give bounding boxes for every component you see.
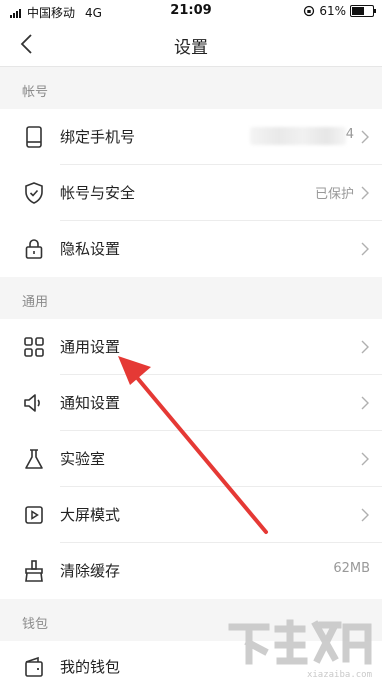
flask-icon	[25, 449, 43, 469]
chevron-right-icon	[361, 508, 369, 522]
watermark-logo: xiazaiba.com	[228, 619, 372, 679]
broom-icon	[25, 560, 43, 582]
settings-item-big-screen[interactable]: 大屏模式	[0, 487, 382, 543]
settings-item-general-settings[interactable]: 通用设置	[0, 319, 382, 375]
settings-item-label: 隐私设置	[60, 240, 121, 258]
settings-item-label: 大屏模式	[60, 506, 121, 524]
settings-item-notifications[interactable]: 通知设置	[0, 375, 382, 431]
settings-item-privacy[interactable]: 隐私设置	[0, 221, 382, 277]
chevron-right-icon	[361, 396, 369, 410]
rotation-lock-icon	[304, 5, 315, 17]
settings-item-label: 清除缓存	[60, 562, 121, 580]
status-bar: 中国移动 4G 21:09 61%	[0, 0, 382, 22]
speaker-icon	[24, 394, 40, 412]
section-header-general: 通用	[0, 277, 382, 319]
grid-icon	[24, 337, 44, 357]
lock-icon	[25, 239, 43, 259]
phone-number-value: 4	[345, 127, 354, 142]
svg-text:xiazaiba.com: xiazaiba.com	[307, 670, 372, 679]
masked-phone-number	[250, 127, 346, 145]
phone-icon	[26, 126, 42, 148]
chevron-right-icon	[361, 242, 369, 256]
chevron-right-icon	[361, 186, 369, 200]
page-title: 设置	[174, 38, 208, 58]
settings-item-bind-phone[interactable]: 绑定手机号 4	[0, 109, 382, 165]
settings-item-label: 通知设置	[60, 394, 121, 412]
nav-bar: 设置	[0, 22, 382, 67]
battery-icon	[350, 5, 376, 17]
play-screen-icon	[25, 506, 43, 524]
settings-item-label: 通用设置	[60, 338, 121, 356]
settings-item-label: 我的钱包	[60, 658, 121, 676]
security-status: 已保护	[314, 187, 354, 202]
battery-percent: 61%	[319, 4, 346, 18]
settings-item-clear-cache[interactable]: 清除缓存 62MB	[0, 543, 382, 599]
settings-item-label: 实验室	[60, 450, 106, 468]
settings-item-label: 帐号与安全	[60, 184, 136, 202]
settings-item-account-security[interactable]: 帐号与安全 已保护	[0, 165, 382, 221]
section-header-account: 帐号	[0, 67, 382, 109]
settings-item-label: 绑定手机号	[60, 128, 136, 146]
chevron-right-icon	[361, 452, 369, 466]
chevron-right-icon	[361, 130, 369, 144]
shield-icon	[25, 182, 43, 204]
chevron-right-icon	[361, 340, 369, 354]
settings-item-lab[interactable]: 实验室	[0, 431, 382, 487]
cache-size: 62MB	[333, 561, 370, 576]
wallet-icon	[25, 656, 43, 677]
